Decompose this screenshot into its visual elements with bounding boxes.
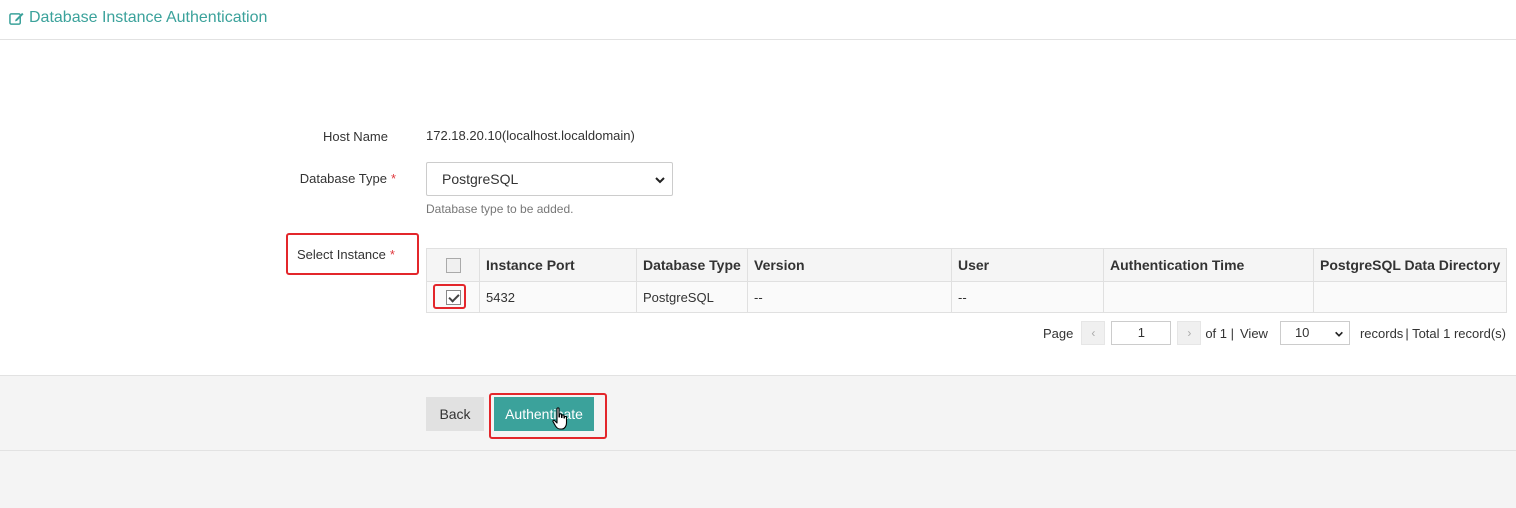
select-instance-label: Select Instance * xyxy=(286,233,419,275)
total-records: | Total 1 record(s) xyxy=(1405,325,1506,341)
database-type-label-text: Database Type xyxy=(299,171,387,186)
edit-icon xyxy=(9,12,24,25)
table-cell xyxy=(1103,281,1314,313)
row-checkbox-highlight xyxy=(433,284,466,309)
table-cell: PostgreSQL xyxy=(636,281,748,313)
page-title: Database Instance Authentication xyxy=(9,9,267,27)
page-of-text: of 1 | xyxy=(1205,325,1234,341)
database-type-select[interactable]: PostgreSQL xyxy=(426,162,673,196)
database-type-value: PostgreSQL xyxy=(442,171,519,187)
required-marker: * xyxy=(390,171,396,186)
hand-cursor-icon xyxy=(552,407,568,430)
table-header-row: Instance Port Database Type Version User… xyxy=(426,248,1507,282)
page-size-value: 10 xyxy=(1294,325,1310,340)
database-type-label: Database Type * xyxy=(250,171,396,186)
instance-table: Instance Port Database Type Version User… xyxy=(426,248,1507,313)
authenticate-button[interactable]: Authenticate xyxy=(494,397,594,431)
column-header[interactable]: PostgreSQL Data Directory xyxy=(1313,248,1507,282)
column-header[interactable]: User xyxy=(951,248,1104,282)
action-bar: Back Authenticate xyxy=(0,375,1516,451)
back-button[interactable]: Back xyxy=(426,397,484,431)
select-instance-label-text: Select Instance xyxy=(297,246,386,262)
column-header[interactable]: Database Type xyxy=(636,248,748,282)
page-label: Page xyxy=(1042,325,1074,341)
records-label: records xyxy=(1359,325,1404,341)
table-cell xyxy=(1313,281,1507,313)
pagination: Page ‹ 1 › of 1 | View 10 records | Tota… xyxy=(1043,321,1506,345)
chevron-down-icon xyxy=(1335,331,1343,337)
table-cell: -- xyxy=(951,281,1104,313)
chevron-down-icon xyxy=(655,177,665,184)
next-page-button[interactable]: › xyxy=(1177,321,1202,345)
page-header: Database Instance Authentication xyxy=(0,0,1516,40)
form-content: Host Name 172.18.20.10(localhost.localdo… xyxy=(0,40,1516,375)
page-size-select[interactable]: 10 xyxy=(1279,321,1350,345)
select-all-cell xyxy=(426,248,480,282)
column-header[interactable]: Version xyxy=(747,248,952,282)
host-name-label: Host Name xyxy=(322,129,388,144)
column-header[interactable]: Authentication Time xyxy=(1103,248,1314,282)
select-all-checkbox[interactable] xyxy=(445,258,461,274)
table-cell: 5432 xyxy=(479,281,637,313)
view-label: View xyxy=(1240,325,1268,341)
column-header[interactable]: Instance Port xyxy=(479,248,637,282)
page-number-input[interactable]: 1 xyxy=(1111,321,1172,345)
page-title-text: Database Instance Authentication xyxy=(29,9,268,26)
table-row[interactable]: 5432 PostgreSQL -- -- xyxy=(426,281,1507,313)
prev-page-button[interactable]: ‹ xyxy=(1081,321,1106,345)
database-type-help: Database type to be added. xyxy=(426,202,574,216)
host-name-value: 172.18.20.10(localhost.localdomain) xyxy=(426,128,635,143)
table-cell: -- xyxy=(747,281,952,313)
required-marker: * xyxy=(389,246,395,262)
